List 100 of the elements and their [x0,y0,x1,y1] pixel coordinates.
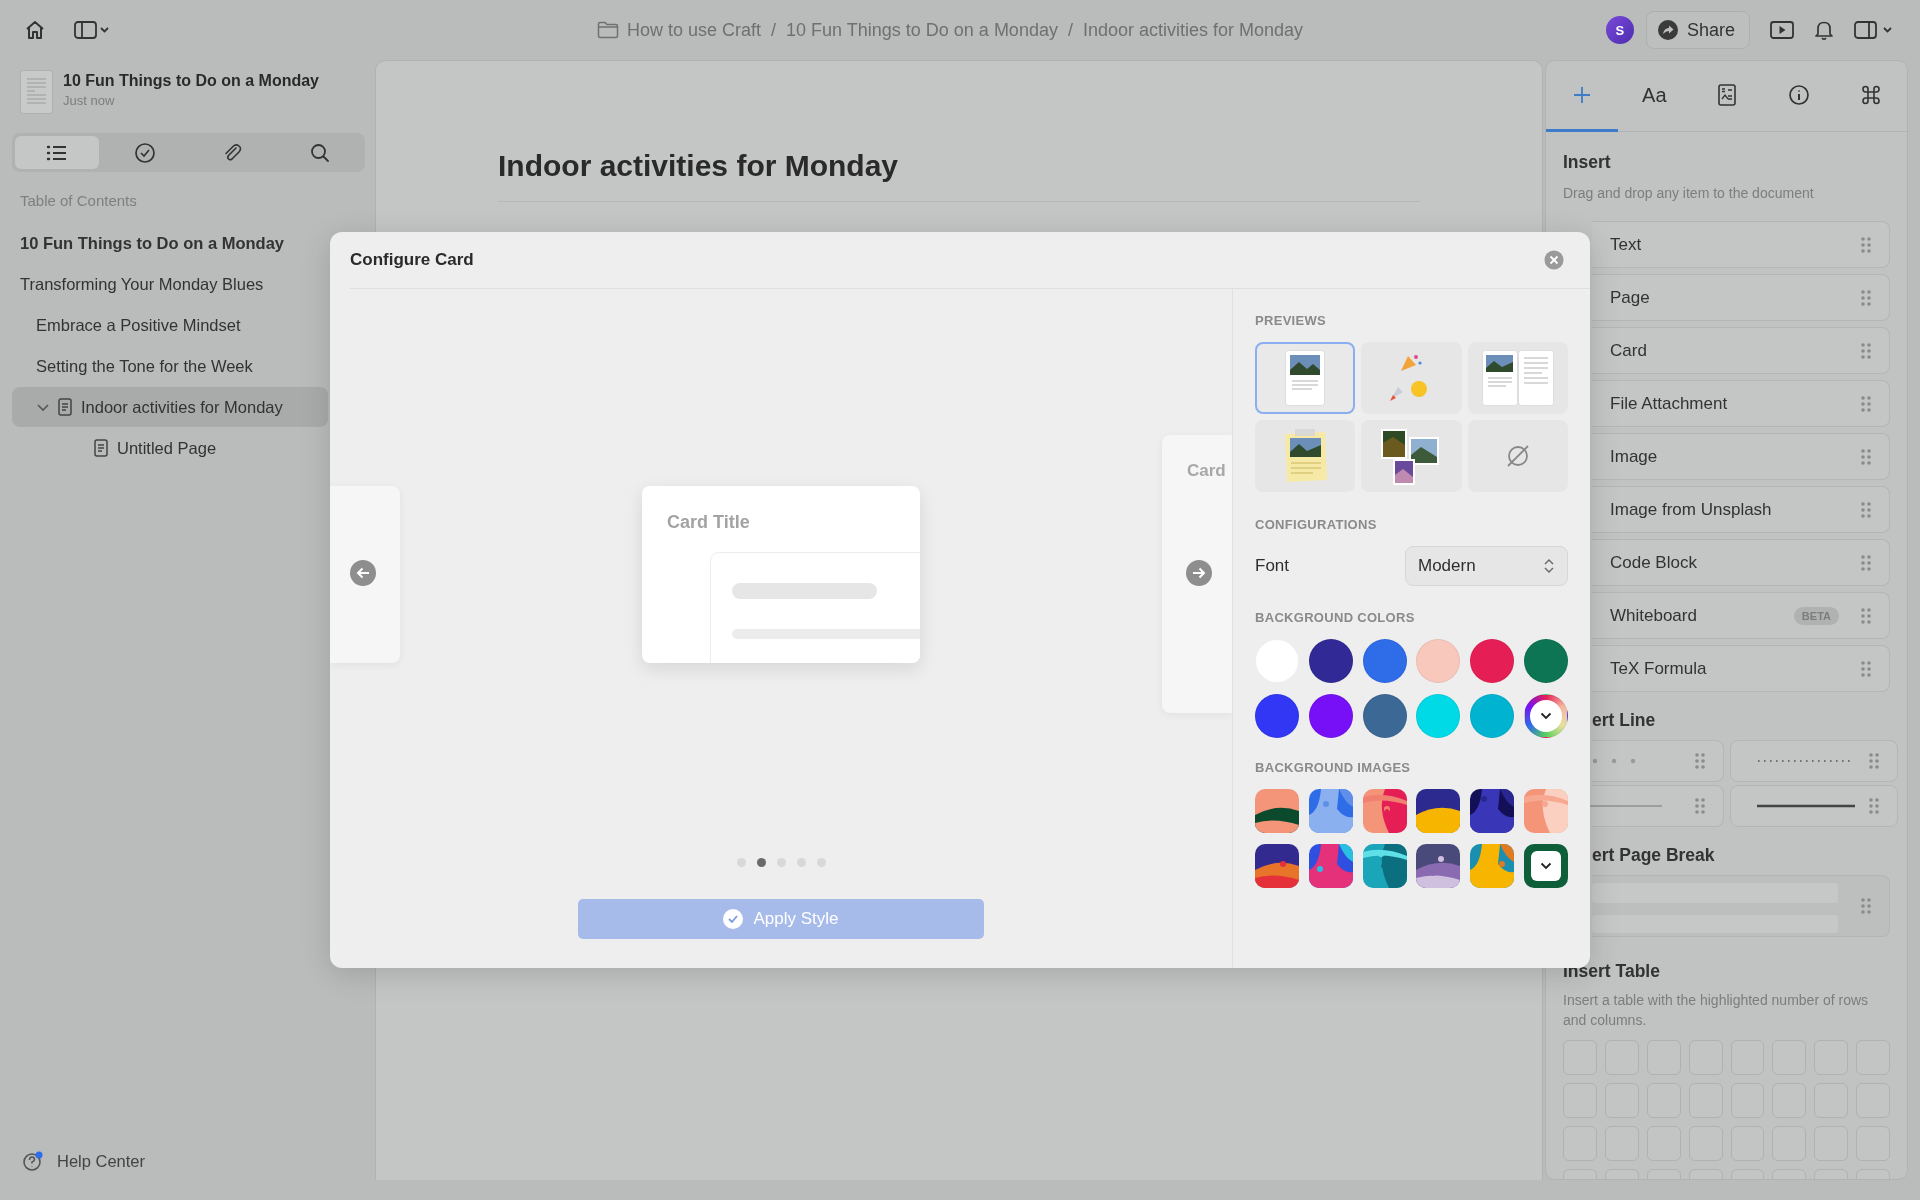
item-label: Image [1610,446,1658,467]
arrow-left-icon[interactable] [350,560,376,586]
drag-handle-icon[interactable] [1861,395,1871,412]
card-icon [1717,84,1736,106]
font-label: Font [1255,556,1290,576]
font-select[interactable]: Modern [1405,546,1568,586]
insert-item[interactable]: Image [1592,433,1890,480]
toc-item[interactable]: Indoor activities for Monday [12,387,328,427]
section-heading: ert Line [1592,710,1657,731]
drag-handle-icon[interactable] [1861,501,1871,518]
drag-handle-icon[interactable] [1861,448,1871,465]
drag-handle-icon[interactable] [1869,753,1879,769]
insert-item[interactable]: Card [1592,327,1890,374]
more-images-button[interactable] [1524,844,1568,888]
list-icon [45,143,68,162]
arrow-right-icon[interactable] [1186,560,1212,586]
chevron-icon [1540,862,1552,870]
preview-option[interactable] [1361,420,1462,492]
panel-tab[interactable]: Aa [1618,61,1691,132]
toc-item[interactable]: Untitled Page [12,428,328,468]
item-label: Text [1610,234,1642,255]
drag-handle-icon[interactable] [1861,236,1871,253]
insert-item[interactable]: Text [1592,221,1890,268]
toc-item[interactable]: Transforming Your Monday Blues [12,264,328,304]
drag-handle-icon[interactable] [1861,607,1871,624]
item-label: Whiteboard [1610,605,1697,626]
toc-item[interactable]: Setting the Tone for the Week [12,346,328,386]
up-down-caret-icon [1543,558,1555,574]
close-icon[interactable] [1544,250,1564,270]
background-image-option[interactable] [1416,844,1461,888]
command-icon [1859,84,1882,106]
color-swatch[interactable] [1470,694,1515,738]
color-swatch[interactable] [1524,639,1568,683]
toc-item[interactable]: Embrace a Positive Mindset [12,305,328,345]
drag-handle-icon[interactable] [1861,898,1871,914]
updated-time: Just now [63,93,116,108]
document-thumbnail-icon [20,70,53,114]
section-hint: Drag and drop any item to the document [1563,184,1815,203]
dots-line-icon [1592,758,1636,764]
item-label: Page [1610,287,1650,308]
color-swatch[interactable] [1470,639,1515,683]
help-icon[interactable] [22,1150,44,1172]
section-heading: Table of Contents [20,192,138,209]
section-hint: Insert a table with the highlighted number of rows and columns. [1563,991,1870,1030]
drag-handle-icon[interactable] [1695,753,1705,769]
page-break-option[interactable] [1592,875,1890,937]
drag-handle-icon[interactable] [1695,798,1705,814]
help-center-link[interactable]: Help Center [57,1151,146,1171]
user-avatar[interactable]: S [1605,16,1634,44]
bell-icon[interactable] [1814,19,1834,41]
drag-handle-icon[interactable] [1861,660,1871,677]
insert-item[interactable]: TeX Formula [1592,645,1890,692]
share-button[interactable]: Share [1645,11,1750,49]
thick-line-icon [1757,804,1855,808]
preview-option[interactable] [1255,342,1356,414]
home-icon[interactable] [24,19,46,41]
color-swatch[interactable] [1308,694,1353,738]
background-image-option[interactable] [1416,789,1461,833]
insert-item[interactable]: File Attachment [1592,380,1890,427]
drag-handle-icon[interactable] [1861,289,1871,306]
card-title: Card [1187,461,1226,481]
background-image-option[interactable] [1255,844,1299,888]
view-tab[interactable] [15,136,99,169]
color-swatch[interactable] [1362,639,1407,683]
page-icon [58,398,72,416]
insert-item[interactable]: Code Block [1592,539,1890,586]
color-picker-button[interactable] [1524,694,1568,738]
folder-icon [597,21,619,39]
preview-option[interactable] [1255,420,1356,492]
sidebar-toggle-icon[interactable] [74,20,110,40]
drag-handle-icon[interactable] [1861,342,1871,359]
breadcrumb-separator: / [1066,19,1074,41]
page-dot[interactable] [756,857,766,867]
insert-item[interactable]: Page [1592,274,1890,321]
panel-toggle-icon[interactable] [1854,20,1894,40]
color-swatch[interactable] [1255,694,1299,738]
item-label: Code Block [1610,552,1697,573]
color-swatch[interactable] [1308,639,1353,683]
info-icon [1787,84,1810,106]
color-swatch[interactable] [1362,694,1407,738]
drag-handle-icon[interactable] [1861,554,1871,571]
play-icon[interactable] [1770,20,1794,40]
preview-option[interactable] [1467,342,1568,414]
drag-handle-icon[interactable] [1869,798,1879,814]
photo-collage-drawing [1381,427,1442,485]
item-label: File Attachment [1610,393,1728,414]
background-image-option[interactable] [1255,789,1299,833]
color-swatch[interactable] [1416,639,1461,683]
plus-icon [1572,85,1593,105]
toc-item[interactable]: 10 Fun Things to Do on a Monday [12,223,328,263]
background-image-option[interactable] [1470,789,1515,833]
card-preview-drawing [1285,350,1326,406]
section-heading: ert Page Break [1592,845,1716,866]
insert-item[interactable]: Image from Unsplash [1592,486,1890,533]
item-label: Image from Unsplash [1610,499,1772,520]
page-icon [94,439,108,457]
share-icon [1656,19,1679,41]
line-option[interactable] [1730,785,1898,827]
color-swatch[interactable] [1416,694,1461,738]
item-label: Card [1610,340,1647,361]
